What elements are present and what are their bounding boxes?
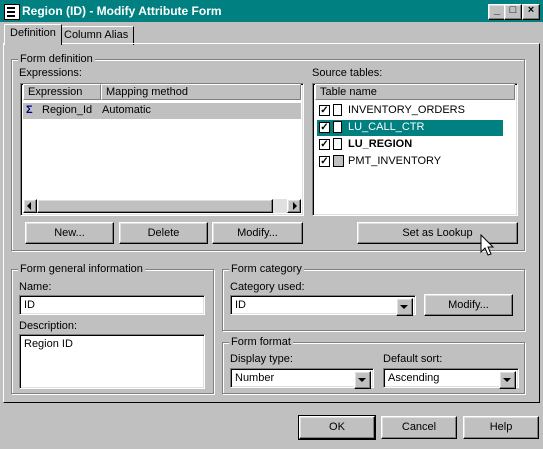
checkbox[interactable]: ✓ xyxy=(319,122,330,133)
table-stack-icon xyxy=(333,155,344,167)
scroll-left-button[interactable] xyxy=(23,199,37,213)
default-sort-select[interactable]: Ascending xyxy=(383,368,519,389)
maximize-icon: □ xyxy=(509,4,517,16)
column-header-mapping[interactable]: Mapping method xyxy=(101,84,301,100)
chevron-down-icon xyxy=(400,305,408,309)
arrow-right-icon xyxy=(293,202,297,210)
table-name: INVENTORY_ORDERS xyxy=(348,104,465,116)
table-name: LU_CALL_CTR xyxy=(348,121,425,133)
modify-category-button[interactable]: Modify... xyxy=(424,294,513,316)
button-label: Help xyxy=(489,421,513,433)
mapping-cell: Automatic xyxy=(102,104,151,116)
table-row[interactable]: Σ Region_Id Automatic xyxy=(23,103,301,119)
close-icon: × xyxy=(527,4,535,16)
button-label: Set as Lookup xyxy=(402,227,473,239)
mouse-cursor-icon xyxy=(480,234,495,256)
table-icon xyxy=(333,104,342,116)
header-label: Expression xyxy=(28,86,83,98)
description-value: Region ID xyxy=(24,338,73,350)
description-label: Description: xyxy=(19,320,78,332)
category-select[interactable]: ID xyxy=(230,295,416,316)
chevron-down-icon xyxy=(358,378,366,382)
window-title: Region (ID) - Modify Attribute Form xyxy=(22,4,222,18)
new-button[interactable]: New... xyxy=(25,222,114,244)
table-name: LU_REGION xyxy=(348,138,413,150)
default-sort-value: Ascending xyxy=(388,372,440,384)
default-sort-label: Default sort: xyxy=(383,353,443,365)
close-button[interactable]: × xyxy=(522,4,540,20)
button-label: Modify... xyxy=(448,299,489,311)
button-label: Delete xyxy=(147,227,180,239)
scroll-thumb[interactable] xyxy=(37,199,273,213)
category-used-label: Category used: xyxy=(230,281,305,293)
tab-definition[interactable]: Definition xyxy=(4,24,62,45)
expression-cell: Region_Id xyxy=(42,104,93,116)
checkbox[interactable]: ✓ xyxy=(319,139,330,150)
minimize-icon: _ xyxy=(493,4,501,16)
description-input[interactable]: Region ID xyxy=(19,334,205,389)
group-label: Form general information xyxy=(18,262,145,276)
display-type-select[interactable]: Number xyxy=(230,368,374,389)
tab-label: Definition xyxy=(10,27,56,39)
button-label: OK xyxy=(329,421,345,433)
ok-button[interactable]: OK xyxy=(298,415,376,440)
header-label: Table name xyxy=(320,86,377,98)
sigma-icon: Σ xyxy=(26,104,33,116)
list-item[interactable]: ✓ LU_REGION xyxy=(317,137,513,153)
cancel-button[interactable]: Cancel xyxy=(381,416,457,439)
group-label: Form format xyxy=(229,335,293,349)
form-icon xyxy=(4,4,20,20)
button-label: Modify... xyxy=(237,227,278,239)
column-header-table-name[interactable]: Table name xyxy=(315,84,515,100)
name-value: ID xyxy=(24,299,35,311)
title-bar[interactable]: Region (ID) - Modify Attribute Form _ □ … xyxy=(0,0,543,22)
source-tables-label: Source tables: xyxy=(312,67,383,79)
expressions-list[interactable]: Expression Mapping method Σ Region_Id Au… xyxy=(20,83,304,216)
dropdown-button[interactable] xyxy=(396,298,413,316)
table-icon xyxy=(333,121,342,133)
scroll-right-button[interactable] xyxy=(287,199,301,213)
button-label: Cancel xyxy=(401,421,437,433)
name-input[interactable]: ID xyxy=(19,295,205,315)
list-item[interactable]: ✓ INVENTORY_ORDERS xyxy=(317,103,513,119)
checkbox[interactable]: ✓ xyxy=(319,105,330,116)
table-icon xyxy=(333,138,342,150)
display-type-value: Number xyxy=(235,372,275,384)
horizontal-scrollbar[interactable] xyxy=(23,199,301,213)
maximize-button[interactable]: □ xyxy=(504,4,522,20)
dropdown-button[interactable] xyxy=(499,371,516,389)
category-value: ID xyxy=(235,299,246,311)
expressions-label: Expressions: xyxy=(19,67,82,79)
modify-expression-button[interactable]: Modify... xyxy=(212,222,303,244)
name-label: Name: xyxy=(19,281,52,293)
table-name: PMT_INVENTORY xyxy=(348,155,442,167)
display-type-label: Display type: xyxy=(230,353,293,365)
help-button[interactable]: Help xyxy=(463,416,539,439)
source-tables-list[interactable]: Table name ✓ INVENTORY_ORDERS ✓ LU_CALL_… xyxy=(312,83,518,216)
delete-button[interactable]: Delete xyxy=(119,222,208,244)
header-label: Mapping method xyxy=(106,86,188,98)
button-label: New... xyxy=(54,227,85,239)
list-item[interactable]: ✓ PMT_INVENTORY xyxy=(317,154,513,170)
tab-label: Column Alias xyxy=(64,29,129,41)
group-label: Form definition xyxy=(18,52,95,66)
dropdown-button[interactable] xyxy=(354,371,371,389)
column-header-expression[interactable]: Expression xyxy=(23,84,101,100)
arrow-left-icon xyxy=(27,202,31,210)
group-label: Form category xyxy=(229,262,304,276)
chevron-down-icon xyxy=(503,378,511,382)
checkbox[interactable]: ✓ xyxy=(319,156,330,167)
list-item-selected[interactable]: ✓ LU_CALL_CTR xyxy=(317,120,503,136)
